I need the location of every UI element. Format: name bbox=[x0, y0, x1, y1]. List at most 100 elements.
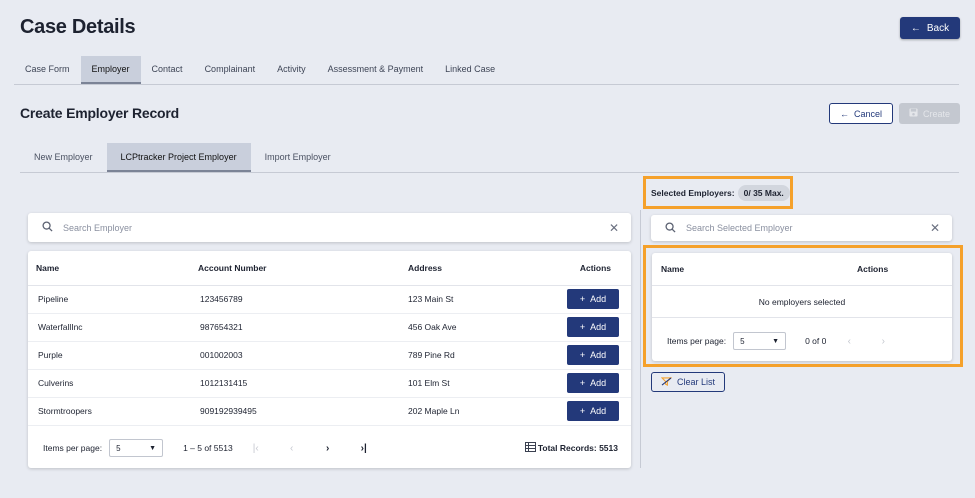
page-title: Case Details bbox=[20, 16, 136, 38]
empty-state-text: No employers selected bbox=[652, 286, 952, 318]
column-header-name: Name bbox=[661, 264, 685, 274]
column-header-actions: Actions bbox=[555, 251, 631, 286]
tab-assessment-payment[interactable]: Assessment & Payment bbox=[317, 56, 435, 84]
subtab-import-employer[interactable]: Import Employer bbox=[251, 143, 345, 172]
account-number: 001002003 bbox=[190, 341, 400, 370]
subtab-new-employer[interactable]: New Employer bbox=[20, 143, 107, 172]
tab-linked-case[interactable]: Linked Case bbox=[434, 56, 506, 84]
prev-page-icon[interactable]: ‹ bbox=[842, 336, 856, 347]
next-page-icon[interactable]: › bbox=[321, 443, 335, 454]
cancel-button[interactable]: ← Cancel bbox=[829, 103, 893, 124]
next-page-icon[interactable]: › bbox=[876, 336, 890, 347]
plus-icon: + bbox=[579, 406, 586, 416]
tab-complainant[interactable]: Complainant bbox=[194, 56, 267, 84]
clear-filter-icon bbox=[660, 376, 673, 388]
employer-search-bar[interactable]: Search Employer ✕ bbox=[28, 213, 631, 242]
caret-down-icon: ▼ bbox=[772, 337, 780, 345]
tabs-divider bbox=[14, 84, 959, 85]
tab-contact[interactable]: Contact bbox=[141, 56, 194, 84]
case-tabs: Case Form Employer Contact Complainant A… bbox=[14, 56, 506, 84]
last-page-icon[interactable]: ›| bbox=[357, 443, 371, 454]
address: 456 Oak Ave bbox=[400, 313, 555, 342]
employer-subtabs: New Employer LCPtracker Project Employer… bbox=[20, 143, 345, 172]
employer-paginator: Items per page: 5 ▼ 1 – 5 of 5513 |‹ ‹ › … bbox=[43, 439, 618, 457]
page-size-value: 5 bbox=[740, 336, 745, 346]
plus-icon: + bbox=[579, 322, 586, 332]
add-employer-button[interactable]: + Add bbox=[567, 289, 619, 309]
cancel-button-label: Cancel bbox=[853, 108, 882, 119]
add-label: Add bbox=[590, 294, 607, 304]
subtabs-divider bbox=[20, 172, 959, 173]
page-range: 0 of 0 bbox=[805, 336, 827, 346]
table-icon bbox=[524, 442, 536, 454]
account-number: 987654321 bbox=[190, 313, 400, 342]
employer-search-input[interactable]: Search Employer bbox=[63, 223, 609, 233]
selected-search-bar[interactable]: Search Selected Employer ✕ bbox=[651, 215, 952, 241]
clear-list-label: Clear List bbox=[676, 377, 715, 387]
account-number: 909192939495 bbox=[190, 397, 400, 426]
selected-employers-label: Selected Employers: bbox=[651, 187, 735, 198]
column-header-address: Address bbox=[400, 251, 555, 286]
create-button-label: Create bbox=[922, 108, 950, 119]
back-button-label: Back bbox=[926, 22, 950, 34]
add-employer-button[interactable]: + Add bbox=[567, 373, 619, 393]
column-header-account-number: Account Number bbox=[190, 251, 400, 286]
employer-name: Pipeline bbox=[28, 285, 190, 314]
items-per-page-label: Items per page: bbox=[667, 336, 727, 346]
column-header-actions: Actions bbox=[857, 264, 889, 274]
employer-table: Name Account Number Address Actions Pipe… bbox=[28, 251, 631, 426]
selected-employers-counter: Selected Employers: 0/ 35 Max. bbox=[643, 176, 793, 209]
add-employer-button[interactable]: + Add bbox=[567, 345, 619, 365]
selected-count-badge: 0/ 35 Max. bbox=[737, 184, 790, 201]
table-row: Purple 001002003 789 Pine Rd + Add bbox=[28, 341, 631, 370]
employer-table-card: Name Account Number Address Actions Pipe… bbox=[28, 251, 631, 468]
table-row: Stormtroopers 909192939495 202 Maple Ln … bbox=[28, 397, 631, 426]
page-size-value: 5 bbox=[116, 443, 121, 453]
employer-name: Culverins bbox=[28, 369, 190, 398]
tab-activity[interactable]: Activity bbox=[266, 56, 317, 84]
clear-search-icon[interactable]: ✕ bbox=[930, 221, 940, 235]
plus-icon: + bbox=[579, 378, 586, 388]
subtab-lcptracker-project-employer[interactable]: LCPtracker Project Employer bbox=[106, 143, 251, 172]
create-button[interactable]: Create bbox=[899, 103, 960, 124]
tab-employer[interactable]: Employer bbox=[80, 56, 141, 84]
clear-search-icon[interactable]: ✕ bbox=[609, 221, 619, 235]
account-number: 123456789 bbox=[190, 285, 400, 314]
table-row: Pipeline 123456789 123 Main St + Add bbox=[28, 285, 631, 314]
tab-case-form[interactable]: Case Form bbox=[14, 56, 81, 84]
table-row: WaterfallInc 987654321 456 Oak Ave + Add bbox=[28, 313, 631, 342]
page-size-select[interactable]: 5 ▼ bbox=[733, 332, 787, 350]
search-icon bbox=[42, 221, 53, 234]
selected-paginator: Items per page: 5 ▼ 0 of 0 ‹ › bbox=[667, 332, 890, 350]
selected-table-header: Name Actions bbox=[652, 253, 952, 286]
account-number: 1012131415 bbox=[190, 369, 400, 398]
selected-table-card: Name Actions No employers selected Items… bbox=[652, 253, 952, 361]
column-header-name: Name bbox=[28, 251, 190, 286]
add-label: Add bbox=[590, 322, 607, 332]
plus-icon: + bbox=[579, 350, 586, 360]
employer-name: Stormtroopers bbox=[28, 397, 190, 426]
add-employer-button[interactable]: + Add bbox=[567, 317, 619, 337]
clear-list-button[interactable]: Clear List bbox=[651, 372, 725, 392]
back-button[interactable]: ← Back bbox=[900, 17, 960, 39]
caret-down-icon: ▼ bbox=[149, 444, 157, 452]
add-employer-button[interactable]: + Add bbox=[567, 401, 619, 421]
address: 123 Main St bbox=[400, 285, 555, 314]
arrow-left-icon: ← bbox=[910, 22, 921, 34]
prev-page-icon[interactable]: ‹ bbox=[285, 443, 299, 454]
first-page-icon[interactable]: |‹ bbox=[249, 443, 263, 454]
save-icon bbox=[909, 108, 918, 119]
address: 101 Elm St bbox=[400, 369, 555, 398]
add-label: Add bbox=[590, 406, 607, 416]
table-row: Culverins 1012131415 101 Elm St + Add bbox=[28, 369, 631, 398]
search-icon bbox=[665, 221, 676, 235]
panel-divider bbox=[640, 210, 641, 468]
page-size-select[interactable]: 5 ▼ bbox=[109, 439, 164, 457]
section-title: Create Employer Record bbox=[20, 105, 179, 121]
add-label: Add bbox=[590, 378, 607, 388]
employer-name: Purple bbox=[28, 341, 190, 370]
selected-search-input[interactable]: Search Selected Employer bbox=[686, 223, 930, 233]
address: 789 Pine Rd bbox=[400, 341, 555, 370]
items-per-page-label: Items per page: bbox=[43, 443, 103, 453]
employer-name: WaterfallInc bbox=[28, 313, 190, 342]
